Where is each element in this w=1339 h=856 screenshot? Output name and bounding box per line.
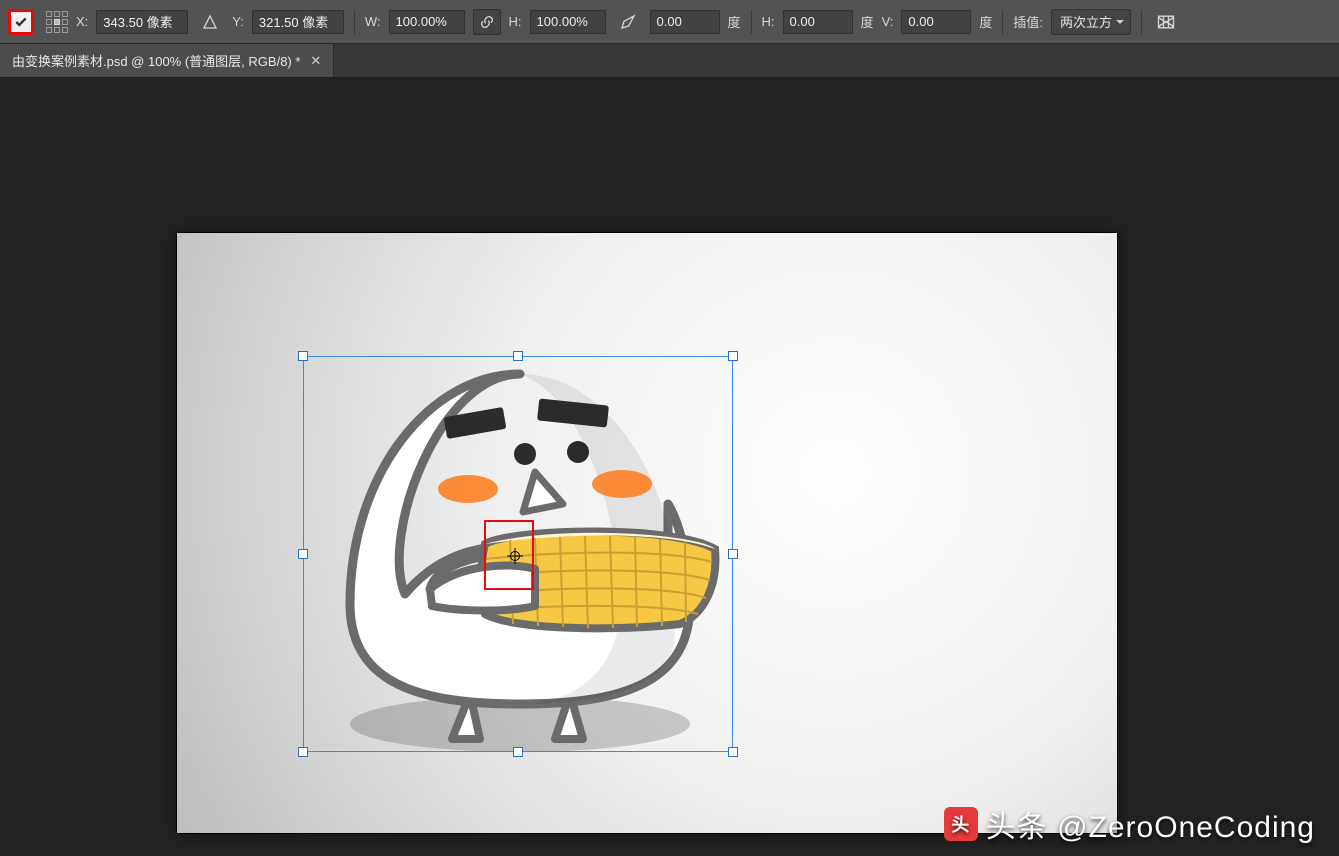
commit-transform-button[interactable] xyxy=(8,9,34,35)
layer-content xyxy=(310,354,740,764)
skew-v-label: V: xyxy=(882,14,894,29)
transform-options-bar: X: Y: W: H: 度 H: 度 V: 度 插值: 两次立方 xyxy=(0,0,1339,44)
close-tab-button[interactable]: ✕ xyxy=(310,53,321,69)
warp-icon xyxy=(1156,13,1176,31)
deg-label-3: 度 xyxy=(979,12,992,31)
skew-h-input[interactable] xyxy=(783,10,853,34)
skew-h-label: H: xyxy=(762,14,775,29)
y-input[interactable] xyxy=(252,10,344,34)
separator xyxy=(751,10,752,34)
interpolation-value: 两次立方 xyxy=(1060,12,1112,31)
x-input[interactable] xyxy=(96,10,188,34)
h-label: H: xyxy=(509,14,522,29)
deg-label-2: 度 xyxy=(861,12,874,31)
work-area: 头 头条 @ZeroOneCoding xyxy=(0,78,1339,856)
width-input[interactable] xyxy=(389,10,465,34)
watermark-logo-icon: 头 xyxy=(944,807,978,841)
check-icon xyxy=(14,15,28,29)
watermark: 头 头条 @ZeroOneCoding xyxy=(944,802,1315,846)
link-icon xyxy=(479,14,495,30)
deg-label-1: 度 xyxy=(728,12,741,31)
watermark-text: 头条 @ZeroOneCoding xyxy=(986,802,1315,846)
document-title: 由变换案例素材.psd @ 100% (普通图层, RGB/8) * xyxy=(12,51,300,70)
x-label: X: xyxy=(76,14,88,29)
warp-mode-button[interactable] xyxy=(1152,9,1180,35)
relative-position-icon[interactable] xyxy=(196,9,224,35)
separator xyxy=(354,10,355,34)
rotate-input[interactable] xyxy=(650,10,720,34)
document-tab-bar: 由变换案例素材.psd @ 100% (普通图层, RGB/8) * ✕ xyxy=(0,44,1339,78)
separator xyxy=(1141,10,1142,34)
skew-v-input[interactable] xyxy=(901,10,971,34)
height-input[interactable] xyxy=(530,10,606,34)
separator xyxy=(1002,10,1003,34)
w-label: W: xyxy=(365,14,381,29)
interp-label: 插值: xyxy=(1013,12,1043,31)
y-label: Y: xyxy=(232,14,244,29)
link-aspect-button[interactable] xyxy=(473,9,501,35)
interpolation-select[interactable]: 两次立方 xyxy=(1051,9,1131,35)
reference-point-grid[interactable] xyxy=(46,11,68,33)
rotate-icon[interactable] xyxy=(614,9,642,35)
document-tab[interactable]: 由变换案例素材.psd @ 100% (普通图层, RGB/8) * ✕ xyxy=(0,44,334,77)
